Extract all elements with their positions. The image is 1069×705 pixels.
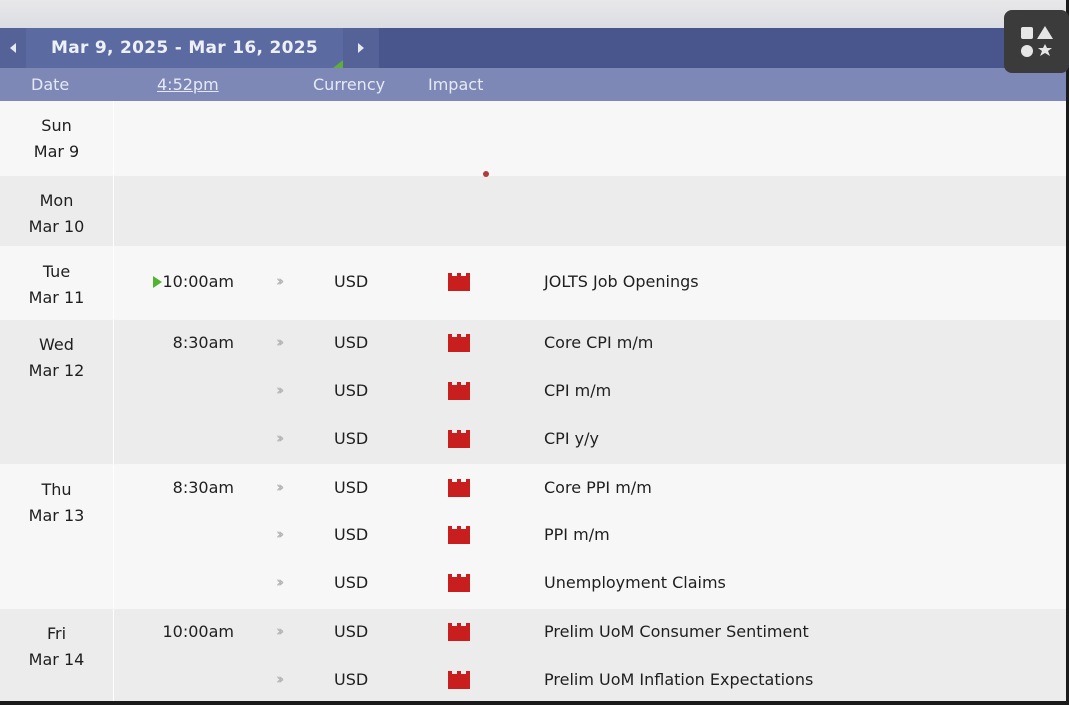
event-currency: USD bbox=[334, 525, 369, 545]
event-time: 10:00am bbox=[163, 622, 235, 641]
day-group: Sun Mar 9 bbox=[0, 101, 1066, 176]
chevron-right-icon bbox=[358, 43, 364, 53]
event-time-text: 10:00am bbox=[162, 272, 235, 291]
day-label: Sun Mar 9 bbox=[0, 101, 114, 175]
next-event-marker-icon bbox=[152, 275, 162, 288]
day-of-week: Wed bbox=[39, 335, 74, 354]
day-date: Mar 9 bbox=[33, 142, 80, 161]
day-date: Mar 10 bbox=[28, 217, 85, 236]
calendar-table: Sun Mar 9 Mon Mar 10 Tue Mar 11 10:00am ›› USD JO… bbox=[0, 101, 1066, 701]
event-name[interactable]: JOLTS Job Openings bbox=[544, 272, 699, 291]
high-impact-icon[interactable] bbox=[448, 623, 470, 641]
event-name[interactable]: CPI m/m bbox=[544, 381, 611, 400]
event-row[interactable]: ›› USD Unemployment Claims bbox=[116, 560, 1066, 608]
sound-alert-icon[interactable]: ›› bbox=[276, 333, 285, 351]
app-badge-button[interactable] bbox=[1004, 10, 1069, 73]
header-currency: Currency bbox=[313, 75, 386, 94]
sound-alert-icon[interactable]: ›› bbox=[276, 381, 285, 399]
day-group: Wed Mar 12 8:30am ›› USD Core CPI m/m ›› USD CPI… bbox=[0, 320, 1066, 465]
sound-alert-icon[interactable]: ›› bbox=[276, 525, 285, 543]
event-name[interactable]: CPI y/y bbox=[544, 429, 599, 448]
week-range-label: Mar 9, 2025 - Mar 16, 2025 bbox=[51, 38, 318, 58]
event-currency: USD bbox=[334, 428, 369, 448]
high-impact-icon[interactable] bbox=[448, 429, 470, 448]
sound-alert-icon[interactable]: ›› bbox=[276, 573, 285, 591]
day-label: Thu Mar 13 bbox=[0, 464, 114, 608]
previous-week-button[interactable] bbox=[0, 28, 26, 68]
event-name[interactable]: Prelim UoM Consumer Sentiment bbox=[544, 622, 809, 641]
day-of-week: Sun bbox=[41, 116, 72, 135]
event-name[interactable]: PPI m/m bbox=[544, 525, 610, 544]
day-label: Fri Mar 14 bbox=[0, 609, 114, 701]
high-impact-icon[interactable] bbox=[448, 526, 470, 545]
high-impact-icon[interactable] bbox=[448, 334, 470, 352]
day-date: Mar 14 bbox=[28, 650, 85, 669]
sound-alert-icon[interactable]: ›› bbox=[276, 272, 285, 290]
event-currency: USD bbox=[334, 333, 369, 352]
day-label: Mon Mar 10 bbox=[0, 176, 114, 246]
event-row[interactable]: 10:00am ›› USD JOLTS Job Openings bbox=[116, 259, 1066, 307]
sound-alert-icon[interactable]: ›› bbox=[276, 670, 285, 688]
day-label: Tue Mar 11 bbox=[0, 247, 114, 319]
day-of-week: Fri bbox=[46, 624, 67, 643]
event-name[interactable]: Core PPI m/m bbox=[544, 478, 652, 497]
day-of-week: Mon bbox=[39, 191, 74, 210]
high-impact-icon[interactable] bbox=[448, 381, 470, 400]
event-name[interactable]: Prelim UoM Inflation Expectations bbox=[544, 670, 813, 689]
day-label: Wed Mar 12 bbox=[0, 320, 114, 464]
day-group: Thu Mar 13 8:30am ›› USD Core PPI m/m ›› USD PPI… bbox=[0, 464, 1066, 609]
event-row[interactable]: 10:00am ›› USD Prelim UoM Consumer Sentimen… bbox=[116, 609, 1066, 657]
event-currency: USD bbox=[334, 669, 369, 689]
chevron-left-icon bbox=[10, 43, 16, 53]
event-name[interactable]: Unemployment Claims bbox=[544, 573, 726, 592]
sound-alert-icon[interactable]: ›› bbox=[276, 622, 285, 640]
cursor-dot bbox=[483, 171, 489, 177]
event-row[interactable]: ›› USD CPI m/m bbox=[116, 368, 1066, 416]
week-navigation: Mar 9, 2025 - Mar 16, 2025 bbox=[0, 28, 1066, 68]
high-impact-icon[interactable] bbox=[448, 273, 470, 291]
event-time: 8:30am bbox=[173, 333, 234, 352]
event-row[interactable]: ›› USD Prelim UoM Inflation Expectations bbox=[116, 657, 1066, 701]
next-week-button[interactable] bbox=[343, 28, 379, 68]
day-group: Fri Mar 14 10:00am ›› USD Prelim UoM Consumer… bbox=[0, 609, 1066, 701]
top-strip bbox=[0, 0, 1066, 29]
event-time-text: 8:30am bbox=[172, 333, 234, 352]
day-date: Mar 13 bbox=[28, 505, 85, 525]
shapes-icon bbox=[1020, 25, 1053, 57]
event-row[interactable]: 8:30am ›› USD Core CPI m/m bbox=[116, 320, 1066, 368]
header-current-time-link[interactable]: 4:52pm bbox=[157, 75, 219, 94]
tab-corner-marker bbox=[333, 60, 343, 68]
event-time: 8:30am bbox=[173, 478, 234, 497]
day-date: Mar 12 bbox=[28, 361, 85, 380]
header-impact: Impact bbox=[428, 75, 484, 94]
column-header: Date 4:52pm Currency Impact bbox=[0, 68, 1066, 101]
day-date: Mar 11 bbox=[28, 288, 85, 307]
event-time-text: 10:00am bbox=[162, 622, 235, 641]
event-currency: USD bbox=[334, 573, 369, 593]
event-time-text: 8:30am bbox=[172, 477, 234, 497]
day-group: Tue Mar 11 10:00am ›› USD JOLTS Job Openings bbox=[0, 247, 1066, 320]
event-row[interactable]: ›› USD PPI m/m bbox=[116, 512, 1066, 560]
sound-alert-icon[interactable]: ›› bbox=[276, 429, 285, 447]
event-name[interactable]: Core CPI m/m bbox=[544, 333, 653, 352]
week-range-tab[interactable]: Mar 9, 2025 - Mar 16, 2025 bbox=[26, 28, 343, 68]
event-currency: USD bbox=[334, 380, 369, 400]
high-impact-icon[interactable] bbox=[448, 670, 470, 689]
event-time: 10:00am bbox=[152, 272, 235, 291]
calendar-window: Mar 9, 2025 - Mar 16, 2025 Date 4:52pm C… bbox=[0, 0, 1066, 701]
day-of-week: Tue bbox=[42, 262, 71, 281]
day-group: Mon Mar 10 bbox=[0, 176, 1066, 247]
event-currency: USD bbox=[334, 272, 369, 291]
sound-alert-icon[interactable]: ›› bbox=[276, 478, 285, 496]
high-impact-icon[interactable] bbox=[448, 574, 470, 593]
event-row[interactable]: 8:30am ›› USD Core PPI m/m bbox=[116, 465, 1066, 513]
event-currency: USD bbox=[334, 622, 369, 641]
high-impact-icon[interactable] bbox=[448, 478, 470, 497]
day-of-week: Thu bbox=[41, 479, 72, 499]
header-date: Date bbox=[31, 75, 70, 94]
event-currency: USD bbox=[334, 477, 369, 497]
event-row[interactable]: ›› USD CPI y/y bbox=[116, 416, 1066, 464]
